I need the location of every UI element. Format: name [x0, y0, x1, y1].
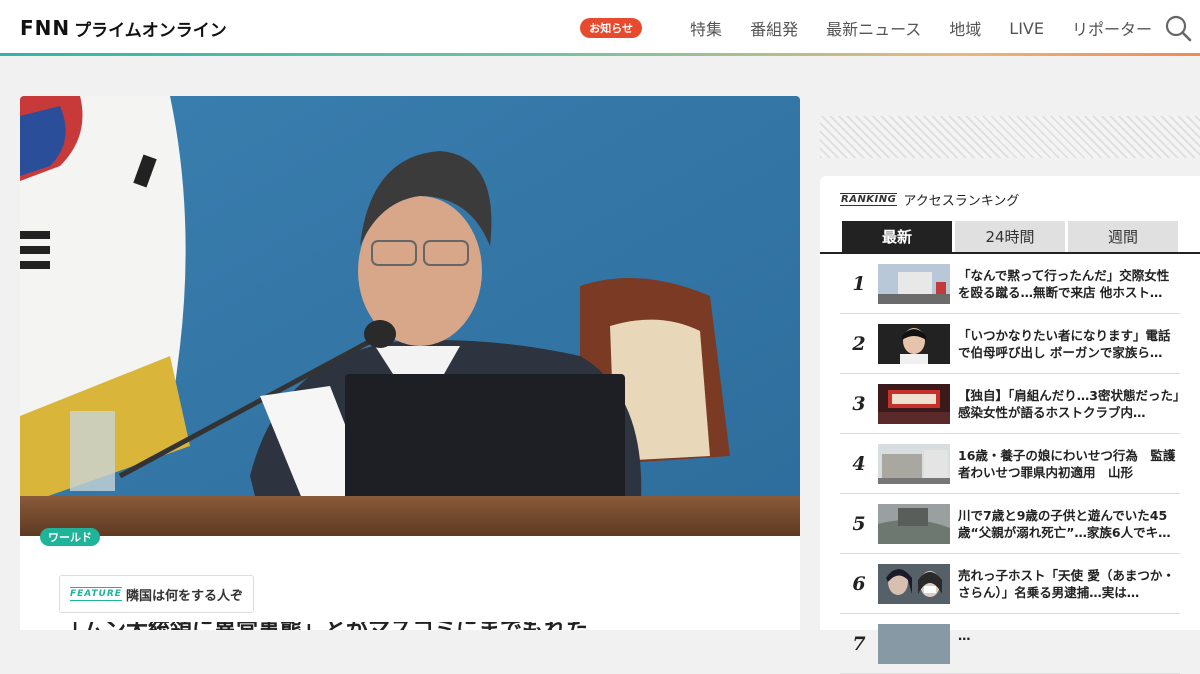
rank-number: 3 — [852, 392, 866, 415]
nav-item-programs[interactable]: 番組発 — [750, 16, 798, 40]
feature-tag: FEATURE — [70, 587, 122, 601]
rank-number: 7 — [852, 632, 866, 655]
nav-item-latest-news[interactable]: 最新ニュース — [826, 16, 921, 40]
ranking-thumbnail — [878, 503, 950, 544]
site-logo[interactable]: FNN プライムオンライン — [20, 16, 227, 41]
ranking-item[interactable]: 4 16歳・養子の娘にわいせつ行為 監護者わいせつ罪県内初適用 山形 — [840, 434, 1180, 494]
article-title[interactable]: 「ムン大統領に異常事態」とがマスコミにまでもれた — [60, 622, 740, 630]
ranking-headline: 売れっ子ホスト「天使 愛（あまつか・さらん）」名乗る男逮捕…実は… — [958, 567, 1175, 600]
rank-number: 1 — [852, 272, 866, 295]
notice-badge[interactable]: お知らせ — [580, 18, 643, 38]
tab-latest[interactable]: 最新 — [842, 221, 952, 252]
ranking-item[interactable]: 3 【独自】「肩組んだり…3密状態だった」感染女性が語るホストクラブ内… — [840, 374, 1180, 434]
ranking-tag: RANKING — [840, 193, 898, 206]
ranking-header: RANKING アクセスランキング — [840, 190, 1019, 209]
feature-label[interactable]: FEATURE 隣国は何をする人ぞ — [59, 575, 254, 613]
header-accent-stripe — [0, 53, 1200, 56]
tab-24h[interactable]: 24時間 — [955, 221, 1065, 252]
ranking-headline: 川で7歳と9歳の子供と遊んでいた45歳“父親が溺れ死亡”…家族6人でキ… — [958, 507, 1171, 540]
nav-item-features[interactable]: 特集 — [690, 16, 722, 40]
nav-item-live[interactable]: LIVE — [1009, 19, 1044, 38]
rank-number: 5 — [852, 512, 866, 535]
ranking-tabs: 最新 24時間 週間 — [842, 221, 1181, 252]
search-icon[interactable] — [1164, 14, 1192, 42]
ranking-item[interactable]: 6 売れっ子ホスト「天使 愛（あまつか・さらん）」名乗る男逮捕…実は… — [840, 554, 1180, 614]
ranking-item[interactable]: 5 川で7歳と9歳の子供と遊んでいた45歳“父親が溺れ死亡”…家族6人でキ… — [840, 494, 1180, 554]
main-nav: お知らせ 特集 番組発 最新ニュース 地域 LIVE リポーター — [580, 0, 1152, 56]
nav-item-reporter[interactable]: リポーター — [1072, 16, 1152, 40]
ranking-thumbnail — [878, 383, 950, 424]
ranking-headline: 【独自】「肩組んだり…3密状態だった」感染女性が語るホストクラブ内… — [958, 387, 1180, 420]
rank-number: 4 — [852, 452, 866, 475]
ranking-title: アクセスランキング — [903, 194, 1020, 209]
access-ranking: RANKING アクセスランキング 最新 24時間 週間 1 「なんで黙って行っ… — [820, 176, 1200, 674]
feature-title: 隣国は何をする人ぞ — [125, 588, 243, 604]
site-header: FNN プライムオンライン お知らせ 特集 番組発 最新ニュース 地域 LIVE… — [0, 0, 1200, 56]
article-hero-image[interactable] — [20, 96, 800, 536]
ranking-item[interactable]: 7 … — [840, 614, 1180, 674]
ranking-thumbnail — [878, 563, 950, 604]
ranking-headline: 16歳・養子の娘にわいせつ行為 監護者わいせつ罪県内初適用 山形 — [958, 447, 1176, 480]
ranking-thumbnail — [878, 443, 950, 484]
ad-placeholder — [820, 116, 1200, 158]
ranking-item[interactable]: 1 「なんで黙って行ったんだ」交際女性を殴る蹴る…無断で来店 他ホスト… — [840, 254, 1180, 314]
ranking-headline: 「なんで黙って行ったんだ」交際女性を殴る蹴る…無断で来店 他ホスト… — [958, 267, 1170, 300]
ranking-thumbnail — [878, 263, 950, 304]
article-title-text: 「ムン大統領に異常事態」とがマスコミにまでもれた — [60, 622, 740, 630]
ranking-list: 1 「なんで黙って行ったんだ」交際女性を殴る蹴る…無断で来店 他ホスト… 2 「… — [840, 254, 1180, 674]
nav-item-regional[interactable]: 地域 — [949, 16, 981, 40]
ranking-headline: … — [958, 627, 971, 643]
ranking-item[interactable]: 2 「いつかなりたい者になります」電話で伯母呼び出し ボーガンで家族ら… — [840, 314, 1180, 374]
tab-weekly[interactable]: 週間 — [1068, 221, 1178, 252]
ranking-thumbnail — [878, 323, 950, 364]
logo-text: プライムオンライン — [74, 20, 227, 41]
rank-number: 6 — [852, 572, 866, 595]
ranking-headline: 「いつかなりたい者になります」電話で伯母呼び出し ボーガンで家族ら… — [958, 327, 1171, 360]
category-badge[interactable]: ワールド — [40, 528, 100, 546]
logo-fnn: FNN — [20, 16, 71, 40]
rank-number: 2 — [852, 332, 866, 355]
